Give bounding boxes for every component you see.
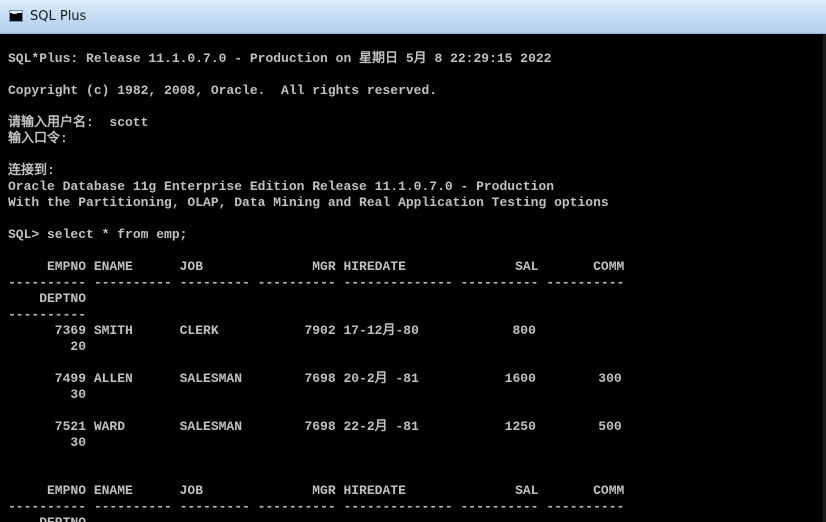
console-line: DEPTNO: [8, 515, 86, 522]
console-line: SQL> select * from emp;: [8, 227, 188, 242]
console-line: 7369 SMITH CLERK 7902 17-12月-80 800: [8, 323, 536, 338]
console-app-icon[interactable]: [9, 10, 23, 22]
console-line: DEPTNO: [8, 291, 87, 306]
window-title: SQL Plus: [30, 9, 87, 24]
console-line: EMPNO ENAME JOB MGR HIREDATE SAL COMM: [8, 483, 625, 498]
console-line: SQL*Plus: Release 11.1.0.7.0 - Productio…: [8, 51, 552, 66]
title-bar[interactable]: SQL Plus: [0, 0, 826, 34]
console-line: 7521 WARD SALESMAN 7698 22-2月 -81 1250 5…: [8, 419, 622, 434]
console-line: ---------- ---------- --------- --------…: [8, 275, 625, 290]
console-output[interactable]: SQL*Plus: Release 11.1.0.7.0 - Productio…: [0, 34, 826, 522]
console-line: With the Partitioning, OLAP, Data Mining…: [8, 195, 609, 210]
console-line: 7499 ALLEN SALESMAN 7698 20-2月 -81 1600 …: [8, 371, 622, 386]
console-line: EMPNO ENAME JOB MGR HIREDATE SAL COMM: [8, 259, 625, 274]
console-line: 输入口令:: [8, 131, 68, 146]
console-line: 请输入用户名: scott: [8, 115, 149, 130]
console-line: ----------: [8, 307, 87, 322]
sqlplus-window: SQL Plus SQL*Plus: Release 11.1.0.7.0 - …: [0, 0, 826, 522]
console-line: 30: [8, 387, 87, 402]
console-line: 20: [8, 339, 87, 354]
console-line: Copyright (c) 1982, 2008, Oracle. All ri…: [8, 83, 438, 98]
console-line: 30: [8, 435, 87, 450]
console-line: Oracle Database 11g Enterprise Edition R…: [8, 179, 555, 194]
console-line: 连接到:: [8, 163, 55, 178]
console-line: ---------- ---------- --------- --------…: [8, 499, 625, 514]
